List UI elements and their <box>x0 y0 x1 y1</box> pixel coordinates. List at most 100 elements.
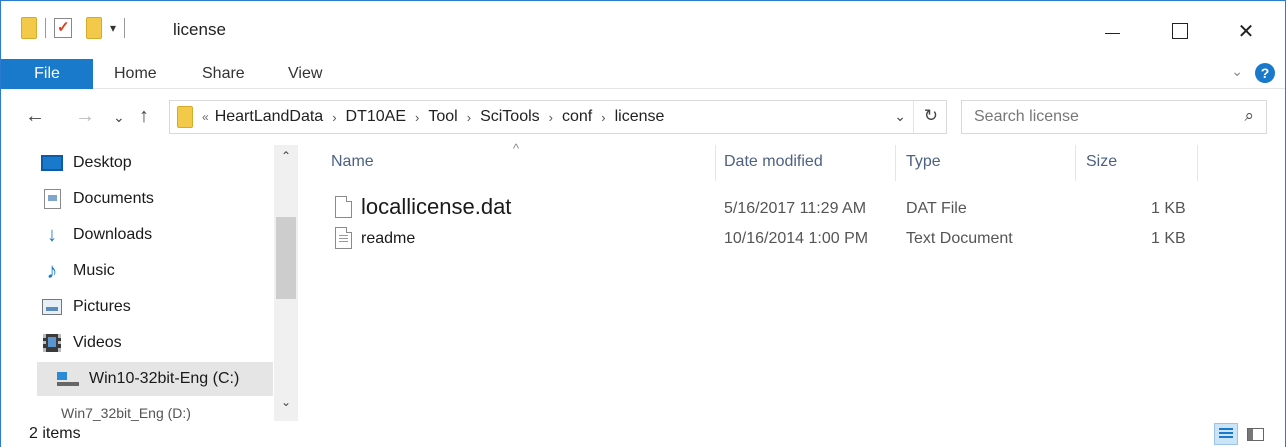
breadcrumb-item[interactable]: license <box>615 108 665 126</box>
back-button[interactable]: ← <box>25 105 45 128</box>
breadcrumb-overflow[interactable]: « <box>202 110 209 124</box>
sort-ascending-icon: ^ <box>513 141 520 156</box>
breadcrumb-separator[interactable]: › <box>332 110 336 125</box>
sidebar-item-drive-c[interactable]: Win10-32bit-Eng (C:) <box>37 362 273 396</box>
scrollbar-thumb[interactable] <box>276 217 296 299</box>
pictures-icon <box>41 297 63 317</box>
sidebar-item-music[interactable]: ♪ Music <box>41 254 273 288</box>
breadcrumb-item[interactable]: DT10AE <box>346 108 406 126</box>
navigation-bar: ← → ⌄ ↑ « HeartLandData › DT10AE › Tool … <box>1 89 1285 145</box>
breadcrumb-separator[interactable]: › <box>549 110 553 125</box>
help-icon[interactable]: ? <box>1255 63 1275 83</box>
column-header-date[interactable]: Date modified <box>724 153 823 171</box>
column-divider[interactable] <box>895 145 896 181</box>
minimize-button[interactable] <box>1079 9 1145 53</box>
ribbon-tabs: File Home Share View ⌄ ? <box>1 59 1285 89</box>
column-divider[interactable] <box>1075 145 1076 181</box>
documents-icon <box>41 189 63 209</box>
breadcrumb-item[interactable]: SciTools <box>480 108 540 126</box>
sidebar-item-label: Documents <box>73 190 154 207</box>
column-header-type[interactable]: Type <box>906 153 941 171</box>
text-file-icon <box>335 227 352 249</box>
column-divider[interactable] <box>715 145 716 181</box>
sidebar-item-label: Win10-32bit-Eng (C:) <box>89 370 240 387</box>
sidebar-item-label: Pictures <box>73 298 131 315</box>
navigation-pane: Desktop Documents ↓ Downloads ♪ Music Pi… <box>1 145 301 421</box>
maximize-icon <box>1172 23 1188 39</box>
tab-home[interactable]: Home <box>114 59 157 89</box>
column-header-name[interactable]: Name <box>331 153 374 171</box>
tab-file[interactable]: File <box>1 59 93 89</box>
qa-divider <box>124 18 126 38</box>
file-name[interactable]: locallicense.dat <box>361 194 511 220</box>
window-title: license <box>173 20 226 39</box>
search-input[interactable] <box>974 108 1224 126</box>
navpane-scrollbar[interactable]: ⌃ ⌄ <box>274 145 298 421</box>
refresh-icon[interactable]: ↻ <box>924 106 938 126</box>
folder-icon <box>21 17 37 39</box>
qa-divider <box>45 18 46 38</box>
tab-share[interactable]: Share <box>202 59 245 89</box>
breadcrumb: « HeartLandData › DT10AE › Tool › SciToo… <box>202 108 664 126</box>
folder-icon <box>177 106 193 128</box>
downloads-icon: ↓ <box>47 224 57 246</box>
sidebar-item-desktop[interactable]: Desktop <box>41 146 273 180</box>
address-bar[interactable]: « HeartLandData › DT10AE › Tool › SciToo… <box>169 100 947 134</box>
address-dropdown-icon[interactable]: ⌄ <box>894 108 906 125</box>
column-headers: ^ Name Date modified Type Size <box>301 141 1285 181</box>
scroll-up-icon[interactable]: ⌃ <box>281 149 291 163</box>
sidebar-item-documents[interactable]: Documents <box>41 182 273 216</box>
new-folder-icon[interactable] <box>86 17 102 39</box>
file-size: 1 KB <box>1151 230 1186 247</box>
file-explorer-window: ▾ license ✕ File Home Share View ⌄ ? ← →… <box>0 0 1286 447</box>
breadcrumb-separator[interactable]: › <box>601 110 605 125</box>
quick-access-toolbar: ▾ <box>21 17 133 39</box>
minimize-icon <box>1104 32 1120 34</box>
file-row[interactable]: locallicense.dat 5/16/2017 11:29 AM DAT … <box>331 194 1191 224</box>
breadcrumb-item[interactable]: HeartLandData <box>215 108 324 126</box>
breadcrumb-item[interactable]: Tool <box>428 108 457 126</box>
customize-qa-dropdown[interactable]: ▾ <box>110 21 116 35</box>
sidebar-item-videos[interactable]: Videos <box>41 326 273 360</box>
videos-icon <box>41 333 63 353</box>
recent-locations-dropdown[interactable]: ⌄ <box>113 109 125 126</box>
maximize-button[interactable] <box>1147 9 1213 53</box>
title-bar: ▾ license ✕ <box>1 1 1285 59</box>
file-size: 1 KB <box>1151 200 1186 217</box>
status-bar: 2 items <box>1 421 1285 447</box>
sidebar-item-label: Music <box>73 262 115 279</box>
file-type: DAT File <box>906 200 967 217</box>
close-button[interactable]: ✕ <box>1213 9 1279 53</box>
address-divider <box>913 101 914 133</box>
sidebar-item-label: Downloads <box>73 226 153 243</box>
search-icon[interactable]: ⌕ <box>1244 106 1254 126</box>
expand-ribbon-chevron-icon[interactable]: ⌄ <box>1231 63 1243 80</box>
breadcrumb-separator[interactable]: › <box>467 110 471 125</box>
desktop-icon <box>41 153 63 173</box>
sidebar-item-label: Videos <box>73 334 122 351</box>
sidebar-item-downloads[interactable]: ↓ Downloads <box>41 218 273 252</box>
file-type: Text Document <box>906 230 1013 247</box>
breadcrumb-item[interactable]: conf <box>562 108 592 126</box>
column-header-size[interactable]: Size <box>1086 153 1117 171</box>
tab-view[interactable]: View <box>288 59 322 89</box>
drive-icon <box>57 369 79 389</box>
up-button[interactable]: ↑ <box>139 105 149 128</box>
column-divider[interactable] <box>1197 145 1198 181</box>
search-box[interactable]: ⌕ <box>961 100 1267 134</box>
sidebar-item-drive-d[interactable]: Win7_32bit_Eng (D:) <box>61 405 191 421</box>
item-count: 2 items <box>29 425 81 442</box>
details-view-icon[interactable] <box>1214 423 1238 445</box>
file-row[interactable]: readme 10/16/2014 1:00 PM Text Document … <box>331 225 1191 255</box>
large-icons-view-icon[interactable] <box>1244 424 1266 444</box>
close-icon: ✕ <box>1237 20 1255 43</box>
file-name[interactable]: readme <box>361 230 415 248</box>
file-date: 10/16/2014 1:00 PM <box>724 230 869 247</box>
properties-icon[interactable] <box>54 18 72 38</box>
file-icon <box>335 196 352 218</box>
breadcrumb-separator[interactable]: › <box>415 110 419 125</box>
forward-button[interactable]: → <box>75 105 95 128</box>
scroll-down-icon[interactable]: ⌄ <box>281 395 291 409</box>
music-icon: ♪ <box>46 258 58 283</box>
sidebar-item-pictures[interactable]: Pictures <box>41 290 273 324</box>
